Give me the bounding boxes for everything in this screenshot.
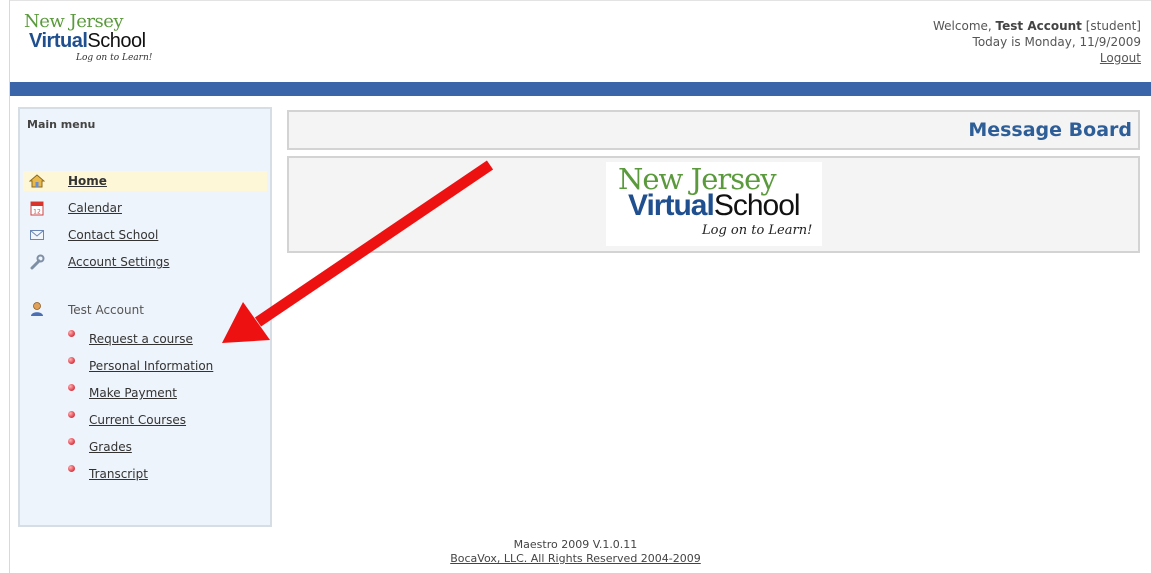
school-logo-image: New Jersey VirtualSchool Log on to Learn… — [606, 162, 822, 246]
menu-item-label[interactable]: Current Courses — [89, 413, 186, 427]
calendar-icon: 12 — [30, 201, 44, 216]
wrench-icon — [30, 254, 45, 270]
menu-item-label[interactable]: Request a course — [89, 332, 193, 346]
svg-text:12: 12 — [33, 209, 41, 216]
menu-item-label[interactable]: Transcript — [89, 467, 148, 481]
site-logo[interactable]: New Jersey VirtualSchool Log on to Learn… — [21, 13, 171, 68]
footer: Maestro 2009 V.1.0.11 BocaVox, LLC. All … — [0, 538, 1151, 566]
bullet-icon — [68, 357, 75, 364]
bullet-icon — [68, 411, 75, 418]
bullet-icon — [68, 465, 75, 472]
logo-brand: VirtualSchool — [29, 30, 146, 52]
logout-link[interactable]: Logout — [1100, 51, 1141, 65]
sidebar-item-contact-school[interactable]: Contact School — [23, 225, 267, 245]
menu-item-label[interactable]: Make Payment — [89, 386, 177, 400]
logo-line1: New Jersey — [24, 11, 124, 32]
logo-brand: VirtualSchool — [628, 189, 801, 222]
menu-item-label[interactable]: Personal Information — [89, 359, 213, 373]
home-icon — [29, 174, 45, 188]
welcome-line: Welcome, Test Account [student] — [933, 19, 1141, 33]
page-title-bar: Message Board — [287, 110, 1140, 150]
bullet-icon — [68, 330, 75, 337]
sidebar-item-home[interactable]: Home — [23, 171, 267, 191]
sidebar-item-calendar[interactable]: 12 Calendar — [23, 198, 267, 218]
sidebar-item-label[interactable]: Home — [68, 174, 107, 188]
footer-copyright[interactable]: BocaVox, LLC. All Rights Reserved 2004-2… — [0, 552, 1151, 566]
user-role: [student] — [1085, 19, 1141, 33]
main-menu-sidebar: Main menu Home 12 Calendar Contact Schoo… — [18, 107, 272, 527]
user-name: Test Account — [995, 19, 1082, 33]
bullet-icon — [68, 384, 75, 391]
footer-version: Maestro 2009 V.1.0.11 — [513, 538, 638, 551]
envelope-icon — [30, 230, 44, 240]
sidebar-item-account-settings[interactable]: Account Settings — [23, 252, 267, 272]
message-board-content: New Jersey VirtualSchool Log on to Learn… — [287, 156, 1140, 253]
menu-title: Main menu — [27, 118, 96, 131]
welcome-block: Welcome, Test Account [student] Today is… — [933, 18, 1141, 66]
sidebar-item-label[interactable]: Account Settings — [68, 255, 169, 269]
logo-tagline: Log on to Learn! — [76, 53, 153, 63]
bullet-icon — [68, 438, 75, 445]
user-icon — [31, 302, 43, 316]
page-frame-top — [9, 0, 1151, 1]
user-section: Test Account — [23, 300, 267, 320]
logo-tagline: Log on to Learn! — [702, 223, 813, 238]
header-accent-bar — [10, 82, 1151, 96]
page-title: Message Board — [968, 119, 1132, 141]
menu-item-label[interactable]: Grades — [89, 440, 132, 454]
user-section-label: Test Account — [68, 303, 144, 317]
sidebar-item-label[interactable]: Contact School — [68, 228, 158, 242]
today-date: Today is Monday, 11/9/2009 — [972, 35, 1141, 49]
sidebar-item-label[interactable]: Calendar — [68, 201, 122, 215]
